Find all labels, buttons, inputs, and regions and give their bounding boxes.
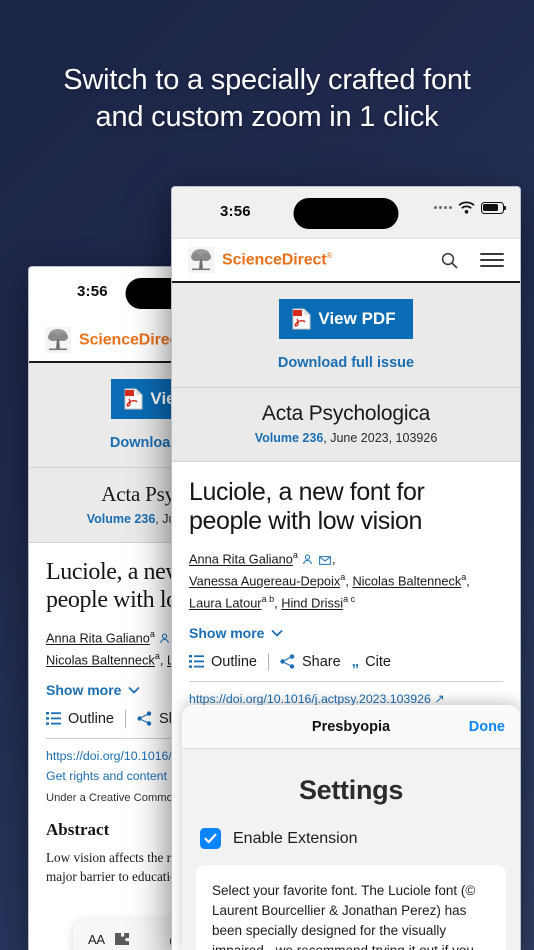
text-size-button[interactable]: AA bbox=[88, 932, 105, 947]
author-sep: , bbox=[332, 551, 336, 567]
journal-volume-link[interactable]: Volume 236 bbox=[87, 512, 156, 526]
font-info-card: Select your favorite font. The Luciole f… bbox=[196, 865, 506, 950]
journal-name: Acta Psychologica bbox=[261, 402, 431, 425]
author-link[interactable]: Nicolas Baltenneck bbox=[46, 652, 155, 667]
view-pdf-button[interactable]: View PDF bbox=[279, 299, 413, 339]
envelope-icon[interactable] bbox=[319, 556, 331, 566]
checkmark-icon bbox=[204, 833, 217, 844]
show-more-authors-button[interactable]: Show more bbox=[189, 625, 503, 641]
done-button[interactable]: Done bbox=[469, 719, 505, 735]
chevron-down-icon bbox=[271, 629, 284, 637]
action-divider bbox=[124, 709, 126, 728]
author-link[interactable]: Hind Drissi bbox=[281, 595, 343, 610]
puzzle-extension-icon[interactable] bbox=[114, 932, 130, 946]
outline-label: Outline bbox=[68, 710, 114, 727]
headline-line-2: and custom zoom in 1 click bbox=[95, 101, 439, 134]
author-affiliation: a c bbox=[343, 593, 356, 604]
journal-meta-rest: , June 2023, 103926 bbox=[323, 431, 438, 445]
article-body-front: Luciole, a new font for people with low … bbox=[172, 462, 520, 706]
sciencedirect-header-front: ScienceDirect® bbox=[172, 239, 520, 283]
settings-sheet: Presbyopia Done Settings Enable Extensio… bbox=[182, 705, 520, 950]
sciencedirect-logo[interactable]: ScienceDirect® bbox=[188, 247, 332, 273]
dynamic-island bbox=[293, 198, 399, 229]
doi-link[interactable]: https://doi.org/10.1016/j.actpsy.2023.10… bbox=[189, 692, 503, 706]
promo-headline: Switch to a specially crafted font and c… bbox=[0, 62, 534, 136]
share-icon bbox=[280, 654, 295, 670]
enable-extension-checkbox[interactable] bbox=[200, 828, 221, 849]
author-affiliation: a bbox=[149, 628, 155, 639]
enable-extension-row[interactable]: Enable Extension bbox=[182, 806, 520, 849]
status-bar-time: 3:56 bbox=[77, 283, 108, 300]
status-bar-time: 3:56 bbox=[220, 203, 251, 220]
author-affiliation: a bbox=[292, 550, 298, 560]
pdf-block-front: View PDF Download full issue bbox=[172, 283, 520, 388]
wifi-icon bbox=[458, 201, 475, 214]
author-list-front: Anna Rita Galianoa , Vanessa Augereau-De… bbox=[189, 550, 470, 611]
journal-meta: Volume 236, June 2023, 103926 bbox=[182, 431, 510, 445]
chevron-down-icon bbox=[128, 686, 141, 694]
quote-icon: „ bbox=[351, 653, 359, 671]
author-link[interactable]: Laura Latour bbox=[189, 595, 262, 610]
search-icon[interactable] bbox=[441, 252, 458, 269]
cite-label: Cite bbox=[365, 653, 391, 670]
person-icon[interactable] bbox=[159, 633, 170, 644]
outline-button[interactable]: Outline bbox=[46, 711, 114, 727]
author-affiliation: a bbox=[154, 650, 160, 661]
status-bar-front: 3:56 bbox=[172, 187, 520, 239]
show-more-label: Show more bbox=[189, 624, 265, 641]
author-link[interactable]: Anna Rita Galiano bbox=[189, 551, 293, 566]
settings-heading: Settings bbox=[298, 775, 404, 805]
author-link[interactable]: Vanessa Augereau-Depoix bbox=[189, 573, 340, 588]
status-bar-indicators bbox=[434, 201, 507, 214]
cellular-signal-icon bbox=[434, 206, 452, 209]
author-affiliation: a b bbox=[261, 593, 275, 604]
sciencedirect-logo[interactable]: ScienceDirect® bbox=[45, 327, 189, 353]
article-actions-front: Outline Share „ Cite bbox=[189, 652, 503, 682]
enable-extension-label: Enable Extension bbox=[233, 829, 358, 847]
download-full-issue-link[interactable]: Download full issue bbox=[172, 355, 520, 371]
author-link[interactable]: Nicolas Baltenneck bbox=[352, 573, 461, 588]
view-pdf-label: View PDF bbox=[318, 309, 396, 328]
author-link[interactable]: Anna Rita Galiano bbox=[46, 630, 150, 645]
sheet-title: Presbyopia bbox=[311, 718, 391, 735]
share-icon bbox=[137, 711, 152, 726]
outline-icon bbox=[46, 712, 61, 725]
person-icon[interactable] bbox=[302, 554, 313, 565]
cite-button[interactable]: „ Cite bbox=[352, 653, 391, 670]
header-actions bbox=[441, 248, 504, 271]
outline-label: Outline bbox=[211, 653, 257, 670]
journal-block-front: Acta Psychologica Volume 236, June 2023,… bbox=[172, 388, 520, 462]
share-button[interactable]: Share bbox=[280, 654, 341, 670]
settings-sheet-bar: Presbyopia Done bbox=[182, 705, 520, 749]
share-label: Share bbox=[301, 653, 341, 670]
outline-button[interactable]: Outline bbox=[189, 654, 257, 670]
phone-mockup-front: 3:56 ScienceDirect® View PDF Download fu… bbox=[171, 186, 521, 950]
journal-volume-link[interactable]: Volume 236 bbox=[255, 431, 324, 445]
hamburger-menu-icon[interactable] bbox=[480, 248, 504, 271]
elsevier-tree-icon bbox=[188, 247, 214, 273]
headline-line-1: Switch to a specially crafted font bbox=[63, 64, 471, 96]
article-title: Luciole, a new font for people with low … bbox=[189, 478, 425, 535]
outline-icon bbox=[189, 655, 204, 669]
pdf-file-icon bbox=[124, 388, 143, 410]
elsevier-tree-icon bbox=[45, 327, 71, 353]
sciencedirect-wordmark: ScienceDirect® bbox=[222, 250, 333, 269]
battery-icon bbox=[481, 201, 507, 214]
action-divider bbox=[267, 652, 269, 671]
pdf-file-icon bbox=[292, 308, 311, 330]
show-more-label: Show more bbox=[46, 681, 122, 698]
